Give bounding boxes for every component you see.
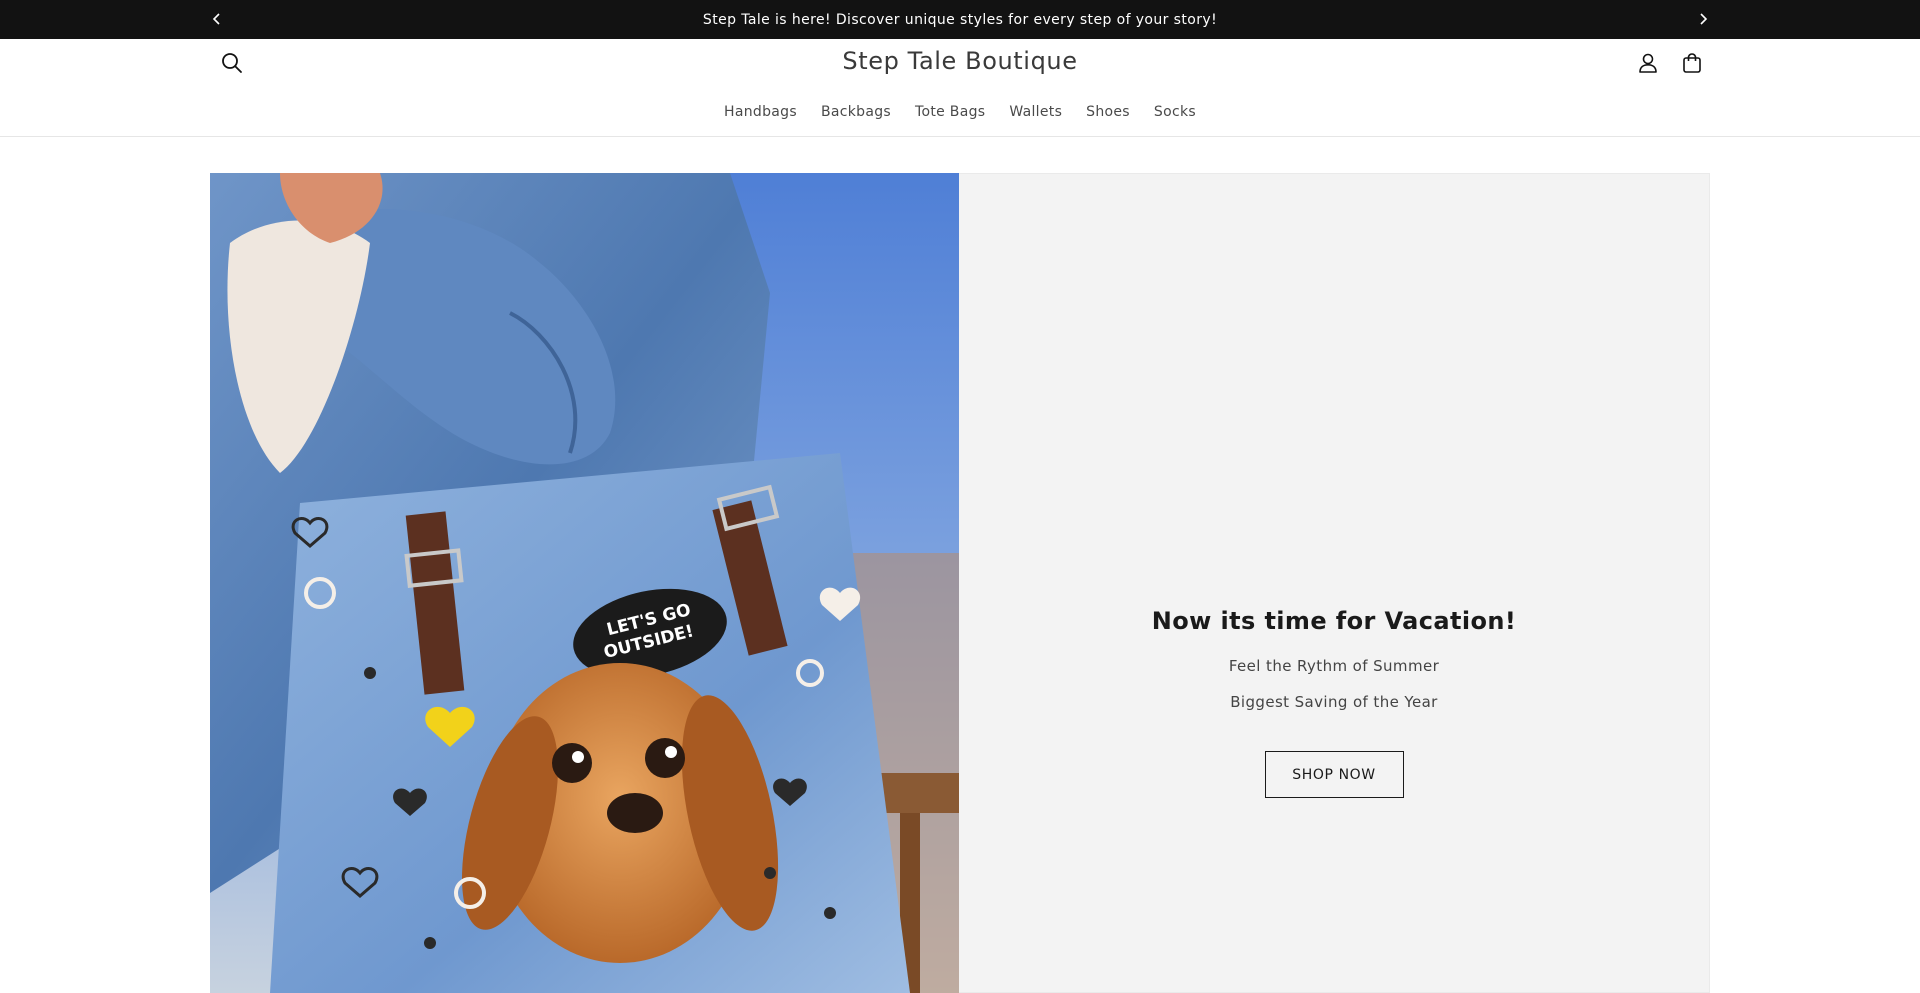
announcement-text: Step Tale is here! Discover unique style… [702,11,1218,28]
hero-subtext-1: Feel the Rythm of Summer [1228,657,1440,675]
hero-content: Now its time for Vacation! Feel the Ryth… [959,607,1709,798]
shop-now-button[interactable]: SHOP NOW [1264,751,1404,798]
nav-item-tote-bags[interactable]: Tote Bags [915,104,985,120]
hero-panel: Now its time for Vacation! Feel the Ryth… [959,173,1710,993]
hero-heading: Now its time for Vacation! [1151,607,1517,635]
nav-item-handbags[interactable]: Handbags [724,104,797,120]
cart-button[interactable] [1678,49,1706,77]
nav-item-backbags[interactable]: Backbags [821,104,891,120]
user-icon [1639,53,1657,73]
announcement-prev-button[interactable] [207,9,227,29]
announcement-bar: Step Tale is here! Discover unique style… [0,0,1920,39]
nav-item-shoes[interactable]: Shoes [1086,104,1130,120]
announcement-next-button[interactable] [1693,9,1713,29]
hero-image: LET'S GO OUTSIDE! [210,173,959,993]
hero-subtext-2: Biggest Saving of the Year [1230,693,1438,711]
site-header: Step Tale Boutique Handbags Backbags Tot… [0,39,1920,137]
chevron-right-icon [1700,13,1708,25]
hero-illustration: LET'S GO OUTSIDE! [210,173,959,993]
nav-item-wallets[interactable]: Wallets [1009,104,1062,120]
chevron-left-icon [212,13,220,25]
store-title[interactable]: Step Tale Boutique [0,47,1920,75]
account-button[interactable] [1634,49,1662,77]
shopping-bag-icon [1683,53,1701,73]
main-nav: Handbags Backbags Tote Bags Wallets Shoe… [0,104,1920,120]
nav-item-socks[interactable]: Socks [1154,104,1196,120]
